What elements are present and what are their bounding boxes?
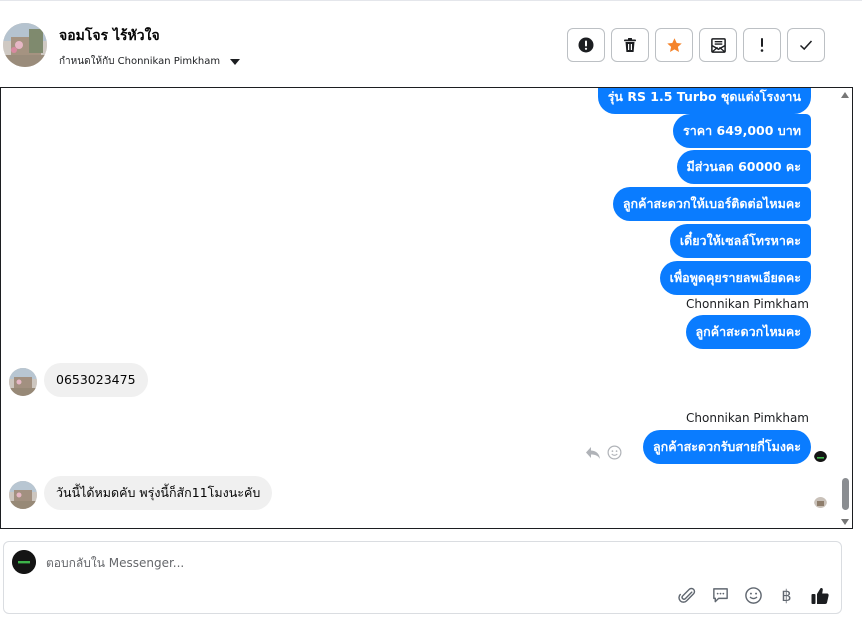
report-spam-button[interactable]	[567, 28, 605, 62]
mark-important-button[interactable]	[743, 28, 781, 62]
message-tools	[585, 445, 622, 460]
scroll-down-arrow-icon[interactable]	[841, 519, 849, 525]
message-composer: ฿	[3, 541, 842, 614]
attach-button[interactable]	[676, 584, 699, 607]
emoji-react-icon[interactable]	[607, 445, 622, 460]
like-button[interactable]	[808, 584, 831, 607]
thread-scrollbar[interactable]	[838, 88, 852, 528]
check-icon	[799, 40, 813, 51]
emoji-button[interactable]	[742, 584, 765, 607]
mail-archive-icon	[710, 37, 726, 53]
star-button[interactable]	[655, 28, 693, 62]
conversation-header: จอมโจร ไร้หัวใจ กำหนดให้กับ Chonnikan Pi…	[0, 0, 862, 88]
page-avatar	[12, 550, 36, 574]
outgoing-message[interactable]: เพื่อพูดคุยรายลพเอียดคะ	[659, 261, 811, 295]
chat-bubble-icon	[713, 588, 728, 603]
contact-avatar-small	[9, 368, 37, 396]
payment-button[interactable]: ฿	[775, 584, 798, 607]
composer-toolbar: ฿	[676, 584, 831, 607]
star-icon	[666, 37, 682, 52]
scrollbar-thumb[interactable]	[842, 478, 849, 510]
incoming-message[interactable]: 0653023475	[44, 363, 148, 397]
outgoing-message[interactable]: ลูกค้าสะดวกให้เบอร์ติดต่อไหมคะ	[612, 187, 811, 221]
page-seen-avatar	[814, 449, 827, 462]
reply-icon[interactable]	[585, 446, 601, 460]
outgoing-message[interactable]: รุ่น RS 1.5 Turbo ชุดแต่งโรงงาน	[597, 88, 811, 114]
outgoing-message[interactable]: ลูกค้าสะดวกรับสายกี่โมงคะ	[643, 430, 811, 464]
outgoing-message[interactable]: เดี๋ยวให้เซลล์โทรหาคะ	[669, 224, 811, 258]
contact-avatar-small	[9, 481, 37, 509]
paperclip-icon	[678, 587, 696, 603]
contact-seen-avatar	[814, 495, 827, 508]
sender-name: Chonnikan Pimkham	[686, 297, 809, 311]
outgoing-message[interactable]: ราคา 649,000 บาท	[673, 114, 811, 148]
baht-currency-icon: ฿	[781, 586, 792, 605]
thumbs-up-icon	[811, 587, 829, 604]
assignee-label: กำหนดให้กับ Chonnikan Pimkham	[59, 56, 221, 67]
mark-done-button[interactable]	[787, 28, 825, 62]
saved-replies-button[interactable]	[709, 584, 732, 607]
incoming-message[interactable]: วันนี้ได้หมดคับ พรุ่งนี้ก็สัก11โมงนะคับ	[44, 476, 273, 510]
assignee-dropdown[interactable]: กำหนดให้กับ Chonnikan Pimkham	[59, 54, 241, 69]
move-to-done-button[interactable]	[699, 28, 737, 62]
delete-button[interactable]	[611, 28, 649, 62]
outgoing-message[interactable]: ลูกค้าสะดวกไหมคะ	[685, 315, 811, 349]
caret-down-icon	[230, 58, 241, 65]
scroll-up-arrow-icon[interactable]	[841, 92, 849, 98]
conversation-actions	[567, 28, 825, 62]
reply-input[interactable]	[46, 552, 646, 574]
contact-name[interactable]: จอมโจร ไร้หัวใจ	[59, 25, 160, 47]
contact-avatar[interactable]	[3, 23, 47, 67]
trash-icon	[624, 38, 636, 52]
alert-circle-icon	[578, 37, 594, 53]
outgoing-message[interactable]: มีส่วนลด 60000 คะ	[676, 150, 811, 184]
exclamation-icon	[760, 38, 764, 52]
message-thread[interactable]: รุ่น RS 1.5 Turbo ชุดแต่งโรงงาน ราคา 649…	[0, 87, 853, 529]
smiley-icon	[745, 587, 762, 604]
sender-name: Chonnikan Pimkham	[686, 411, 809, 425]
